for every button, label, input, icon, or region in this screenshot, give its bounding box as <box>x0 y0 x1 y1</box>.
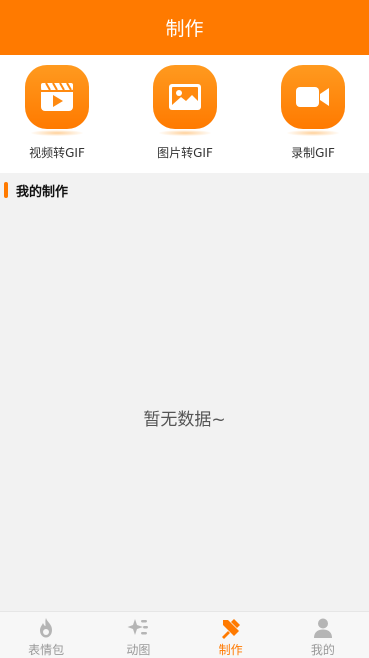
image-icon <box>153 65 217 129</box>
flame-icon <box>40 618 53 638</box>
app-header: 制作 <box>0 0 369 55</box>
clapperboard-play-icon <box>25 65 89 129</box>
tab-label: 动图 <box>126 643 151 657</box>
sparkle-icon <box>127 619 149 635</box>
empty-state: 暂无数据~ <box>143 410 226 430</box>
page-title: 制作 <box>165 18 204 40</box>
tool-grid: 视频转GIF 图片转GIF 录制GIF <box>0 55 369 173</box>
video-to-gif-button[interactable]: 视频转GIF <box>12 65 102 165</box>
tab-label: 我的 <box>310 643 335 657</box>
tool-label: 录制GIF <box>291 146 335 160</box>
bottom-tab-bar: 表情包 动图 制作 我的 <box>0 611 369 658</box>
image-to-gif-button[interactable]: 图片转GIF <box>140 65 230 165</box>
tool-label: 图片转GIF <box>157 146 213 160</box>
icon-glow <box>159 130 211 136</box>
tab-gifs[interactable]: 动图 <box>92 612 184 658</box>
icon-glow <box>287 130 339 136</box>
tab-label: 制作 <box>218 643 243 657</box>
tab-label: 表情包 <box>28 643 65 657</box>
section-title: 我的制作 <box>16 184 69 200</box>
record-gif-button[interactable]: 录制GIF <box>268 65 358 165</box>
tab-create[interactable]: 制作 <box>185 612 277 658</box>
person-icon <box>313 618 332 638</box>
section-accent-bar <box>4 182 8 198</box>
video-camera-icon <box>281 65 345 129</box>
icon-glow <box>31 130 83 136</box>
tab-me[interactable]: 我的 <box>277 612 369 658</box>
tab-emoji[interactable]: 表情包 <box>0 612 92 658</box>
my-creations-header: 我的制作 <box>0 173 369 207</box>
tool-label: 视频转GIF <box>29 146 85 160</box>
tools-icon <box>221 619 240 639</box>
